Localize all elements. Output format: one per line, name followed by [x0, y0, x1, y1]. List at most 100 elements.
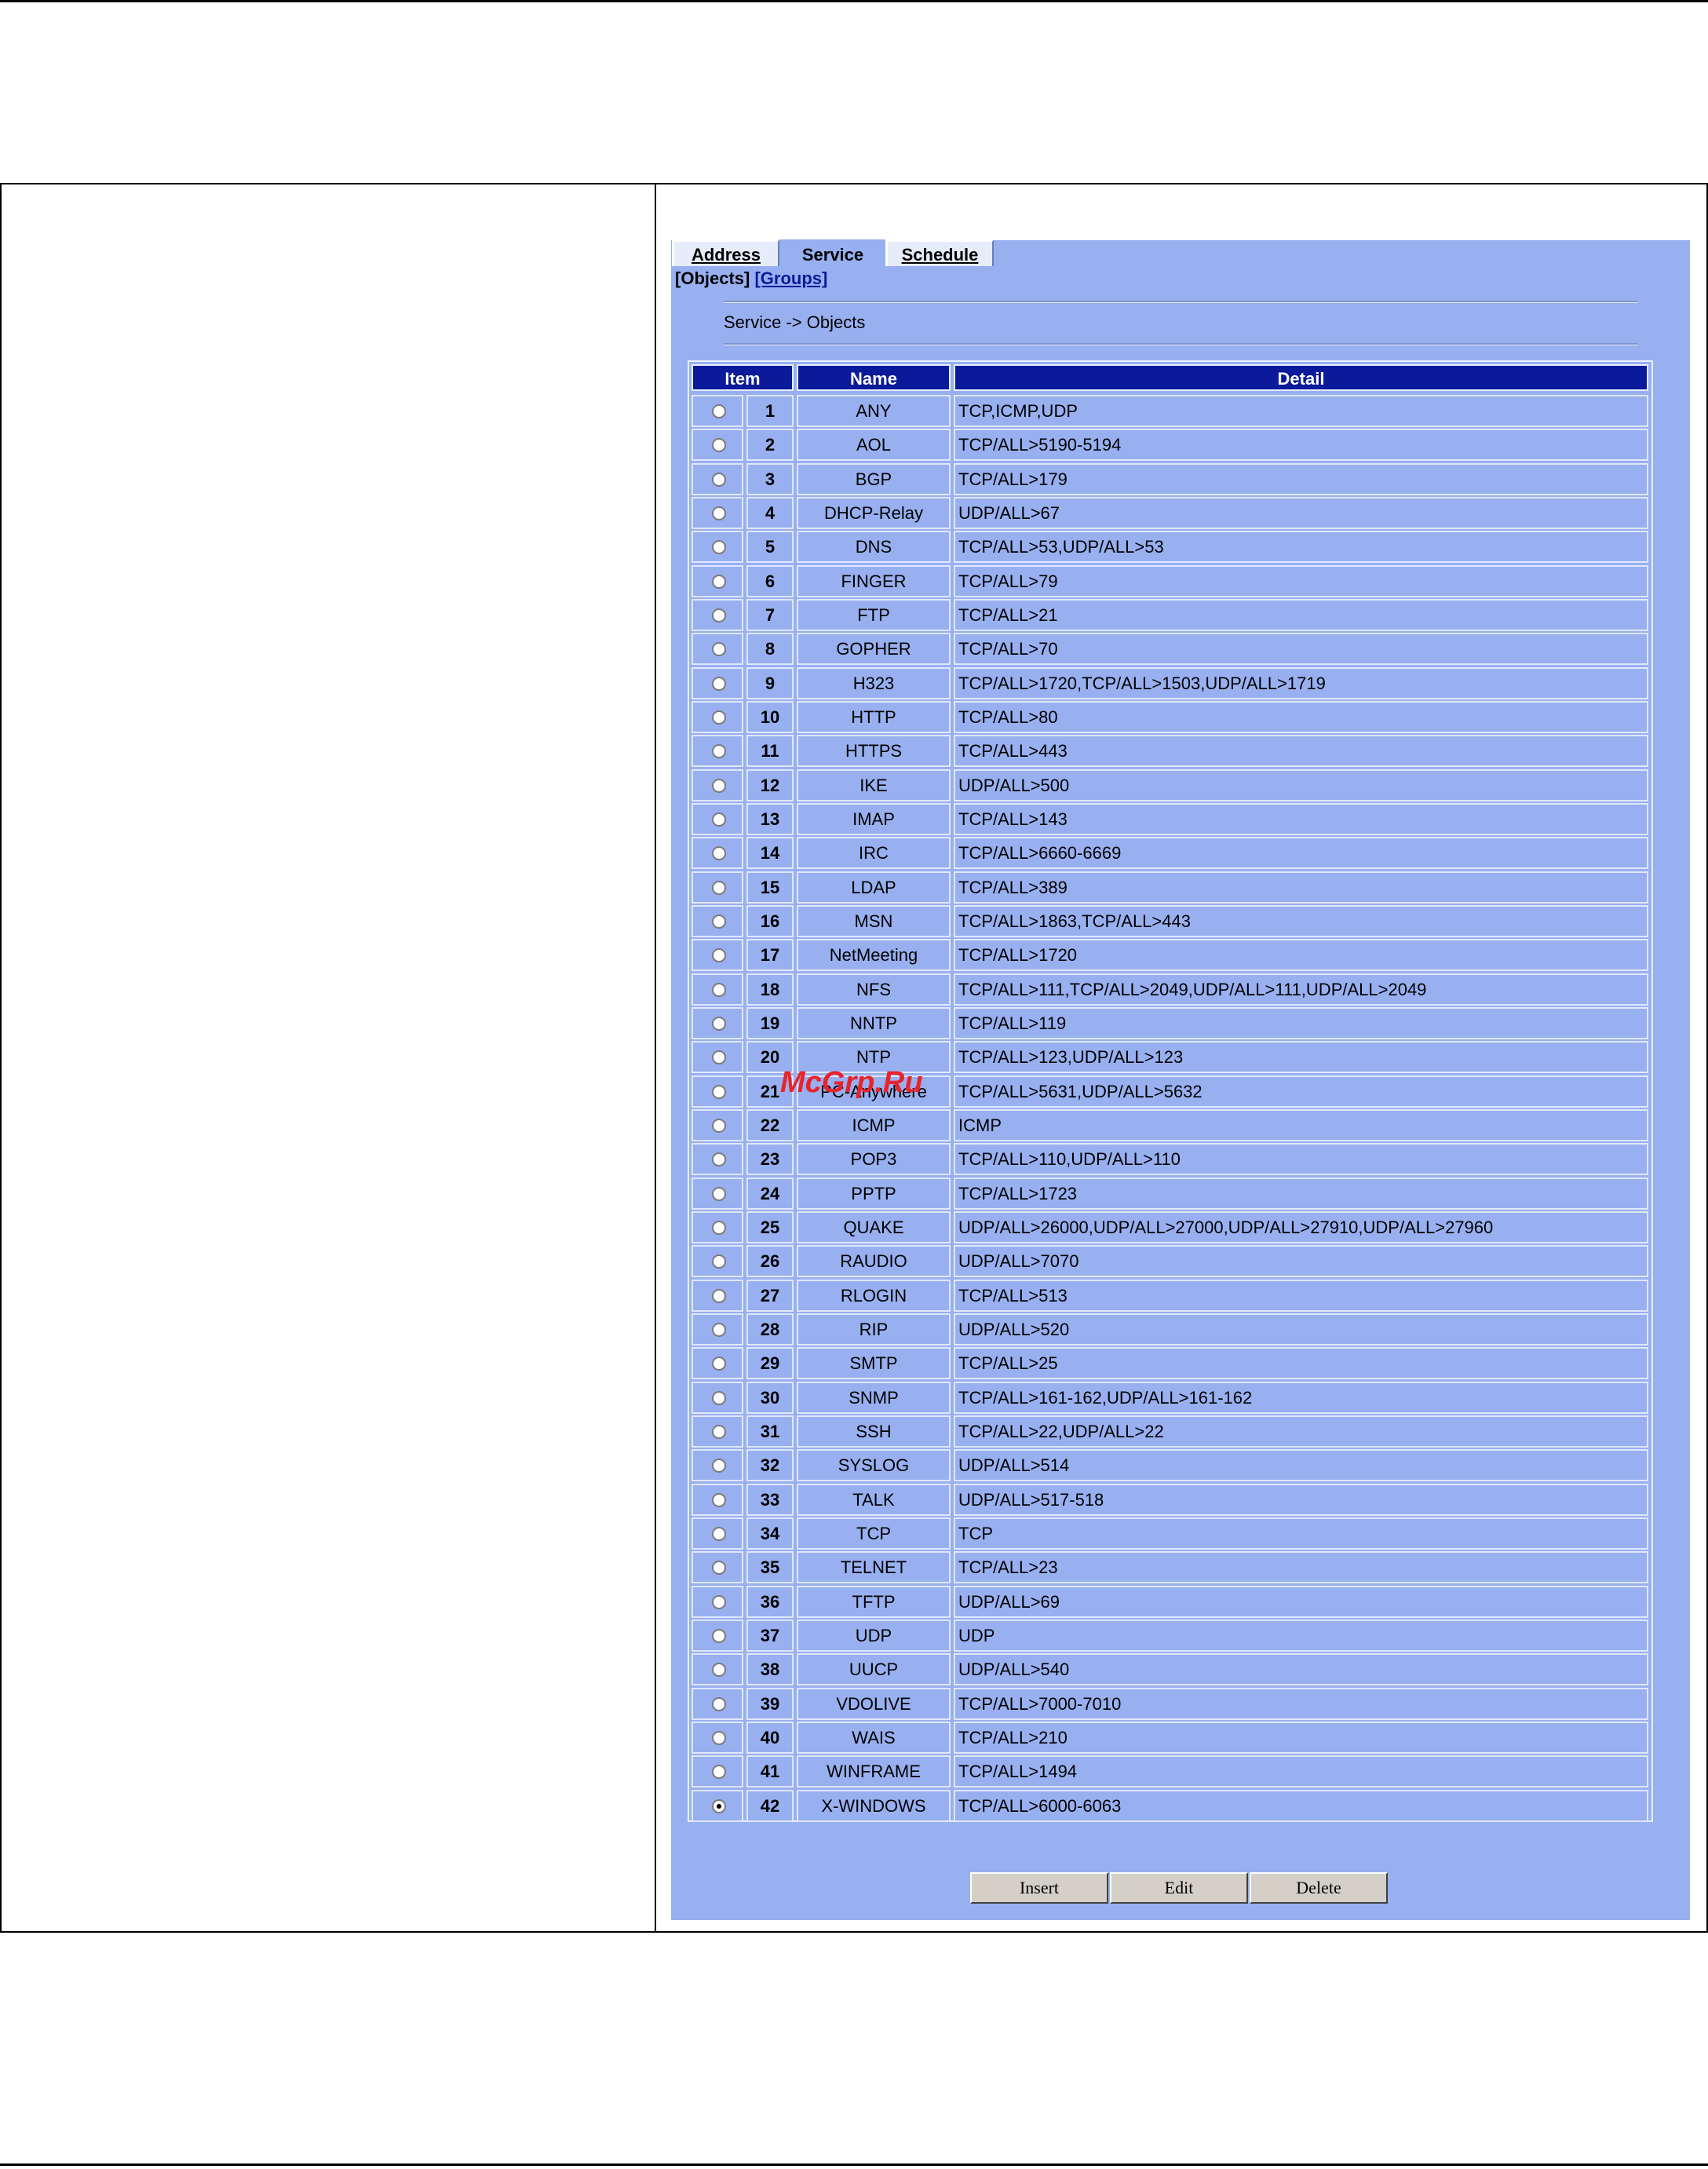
row-select-radio[interactable] — [712, 846, 726, 861]
row-service-detail: TCP/ALL>119 — [954, 1006, 1648, 1039]
row-service-detail: TCP/ALL>5631,UDP/ALL>5632 — [954, 1075, 1648, 1108]
row-select-radio[interactable] — [712, 1628, 726, 1643]
table-row: 6 FINGER TCP/ALL>79 — [689, 564, 1651, 599]
table-row: 17 NetMeeting TCP/ALL>1720 — [689, 939, 1651, 973]
row-select-radio[interactable] — [712, 778, 726, 793]
delete-button[interactable]: Delete — [1250, 1872, 1388, 1904]
row-select-radio[interactable] — [712, 1730, 726, 1745]
row-service-name: MSN — [797, 904, 951, 937]
groups-link[interactable]: [Groups] — [754, 268, 827, 288]
row-select-radio[interactable] — [712, 608, 726, 623]
row-service-name: FTP — [797, 598, 951, 631]
row-select-radio[interactable] — [712, 1016, 726, 1031]
row-item-number: 14 — [746, 837, 794, 870]
row-select-radio[interactable] — [712, 1459, 726, 1473]
row-service-detail: TCP/ALL>210 — [954, 1721, 1648, 1754]
row-service-name: LDAP — [797, 871, 951, 904]
row-select-radio[interactable] — [712, 744, 726, 759]
row-select-cell — [692, 1245, 743, 1278]
table-row: 26 RAUDIO UDP/ALL>7070 — [689, 1245, 1651, 1279]
row-select-radio[interactable] — [712, 1765, 726, 1780]
table-row: 28 RIP UDP/ALL>520 — [689, 1313, 1651, 1347]
edit-button[interactable]: Edit — [1110, 1872, 1248, 1904]
row-select-radio[interactable] — [712, 1220, 726, 1235]
tab-schedule[interactable]: Schedule — [885, 239, 994, 266]
row-select-radio[interactable] — [712, 812, 726, 827]
row-service-detail: TCP/ALL>123,UDP/ALL>123 — [954, 1041, 1648, 1074]
table-row: 39 VDOLIVE TCP/ALL>7000-7010 — [689, 1687, 1651, 1722]
row-service-detail: TCP/ALL>6660-6669 — [954, 837, 1648, 870]
row-select-radio[interactable] — [712, 1390, 726, 1405]
row-service-name: DHCP-Relay — [797, 496, 951, 529]
row-service-name: TFTP — [797, 1585, 951, 1618]
row-item-number: 27 — [746, 1279, 794, 1312]
row-select-radio[interactable] — [712, 1424, 726, 1439]
insert-button[interactable]: Insert — [970, 1872, 1108, 1904]
row-select-radio[interactable] — [712, 1186, 726, 1201]
row-select-radio[interactable] — [712, 710, 726, 725]
row-item-number: 15 — [746, 871, 794, 904]
row-select-radio[interactable] — [712, 1594, 726, 1609]
row-item-number: 24 — [746, 1177, 794, 1210]
row-select-radio[interactable] — [712, 404, 726, 418]
tab-address[interactable]: Address — [672, 239, 779, 266]
row-select-radio[interactable] — [712, 1561, 726, 1576]
row-item-number: 10 — [746, 700, 794, 733]
row-select-radio[interactable] — [712, 1118, 726, 1133]
row-service-detail: TCP/ALL>143 — [954, 802, 1648, 835]
separator-top — [724, 301, 1638, 303]
row-select-radio[interactable] — [712, 438, 726, 453]
row-item-number: 22 — [746, 1108, 794, 1141]
row-service-name: RLOGIN — [797, 1279, 951, 1312]
row-select-radio[interactable] — [712, 574, 726, 589]
row-select-cell — [692, 1449, 743, 1482]
row-item-number: 35 — [746, 1551, 794, 1584]
row-select-radio[interactable] — [712, 948, 726, 963]
tab-service[interactable]: Service — [779, 239, 885, 266]
row-select-radio[interactable] — [712, 1288, 726, 1303]
column-header-item: Item — [692, 364, 794, 391]
frame-column-divider — [655, 184, 656, 1931]
row-select-radio[interactable] — [712, 880, 726, 895]
table-row: 33 TALK UDP/ALL>517-518 — [689, 1483, 1651, 1517]
row-select-radio[interactable] — [712, 506, 726, 520]
row-item-number: 28 — [746, 1313, 794, 1346]
row-select-radio[interactable] — [712, 1254, 726, 1269]
row-service-detail: TCP/ALL>179 — [954, 462, 1648, 495]
row-service-detail: UDP/ALL>517-518 — [954, 1483, 1648, 1516]
row-select-cell — [692, 973, 743, 1006]
row-select-radio[interactable] — [712, 1152, 726, 1167]
row-select-cell — [692, 1347, 743, 1380]
row-select-radio[interactable] — [712, 1663, 726, 1678]
row-select-cell — [692, 633, 743, 666]
row-select-radio[interactable] — [712, 1322, 726, 1337]
row-select-radio[interactable] — [712, 982, 726, 997]
row-service-name: RIP — [797, 1313, 951, 1346]
row-select-cell — [692, 496, 743, 529]
row-select-radio[interactable] — [712, 1526, 726, 1541]
row-select-radio[interactable] — [712, 1084, 726, 1099]
row-select-radio[interactable] — [712, 1492, 726, 1507]
row-service-name: PPTP — [797, 1177, 951, 1210]
row-select-cell — [692, 1075, 743, 1108]
row-service-detail: TCP/ALL>110,UDP/ALL>110 — [954, 1143, 1648, 1176]
row-service-name: NFS — [797, 973, 951, 1006]
row-select-radio[interactable] — [712, 676, 726, 691]
row-select-radio[interactable] — [712, 1050, 726, 1065]
row-service-detail: TCP/ALL>53,UDP/ALL>53 — [954, 531, 1648, 564]
row-item-number: 18 — [746, 973, 794, 1006]
row-select-radio[interactable] — [712, 1357, 726, 1371]
table-row: 20 NTP TCP/ALL>123,UDP/ALL>123 — [689, 1041, 1651, 1075]
row-select-radio[interactable] — [712, 1798, 726, 1813]
row-item-number: 41 — [746, 1755, 794, 1788]
row-select-radio[interactable] — [712, 1696, 726, 1711]
column-header-name: Name — [797, 364, 951, 391]
row-service-name: NetMeeting — [797, 939, 951, 972]
row-select-radio[interactable] — [712, 914, 726, 929]
row-select-radio[interactable] — [712, 540, 726, 555]
row-select-radio[interactable] — [712, 642, 726, 657]
row-select-radio[interactable] — [712, 472, 726, 487]
table-row: 15 LDAP TCP/ALL>389 — [689, 871, 1651, 905]
row-item-number: 33 — [746, 1483, 794, 1516]
row-service-name: IRC — [797, 837, 951, 870]
